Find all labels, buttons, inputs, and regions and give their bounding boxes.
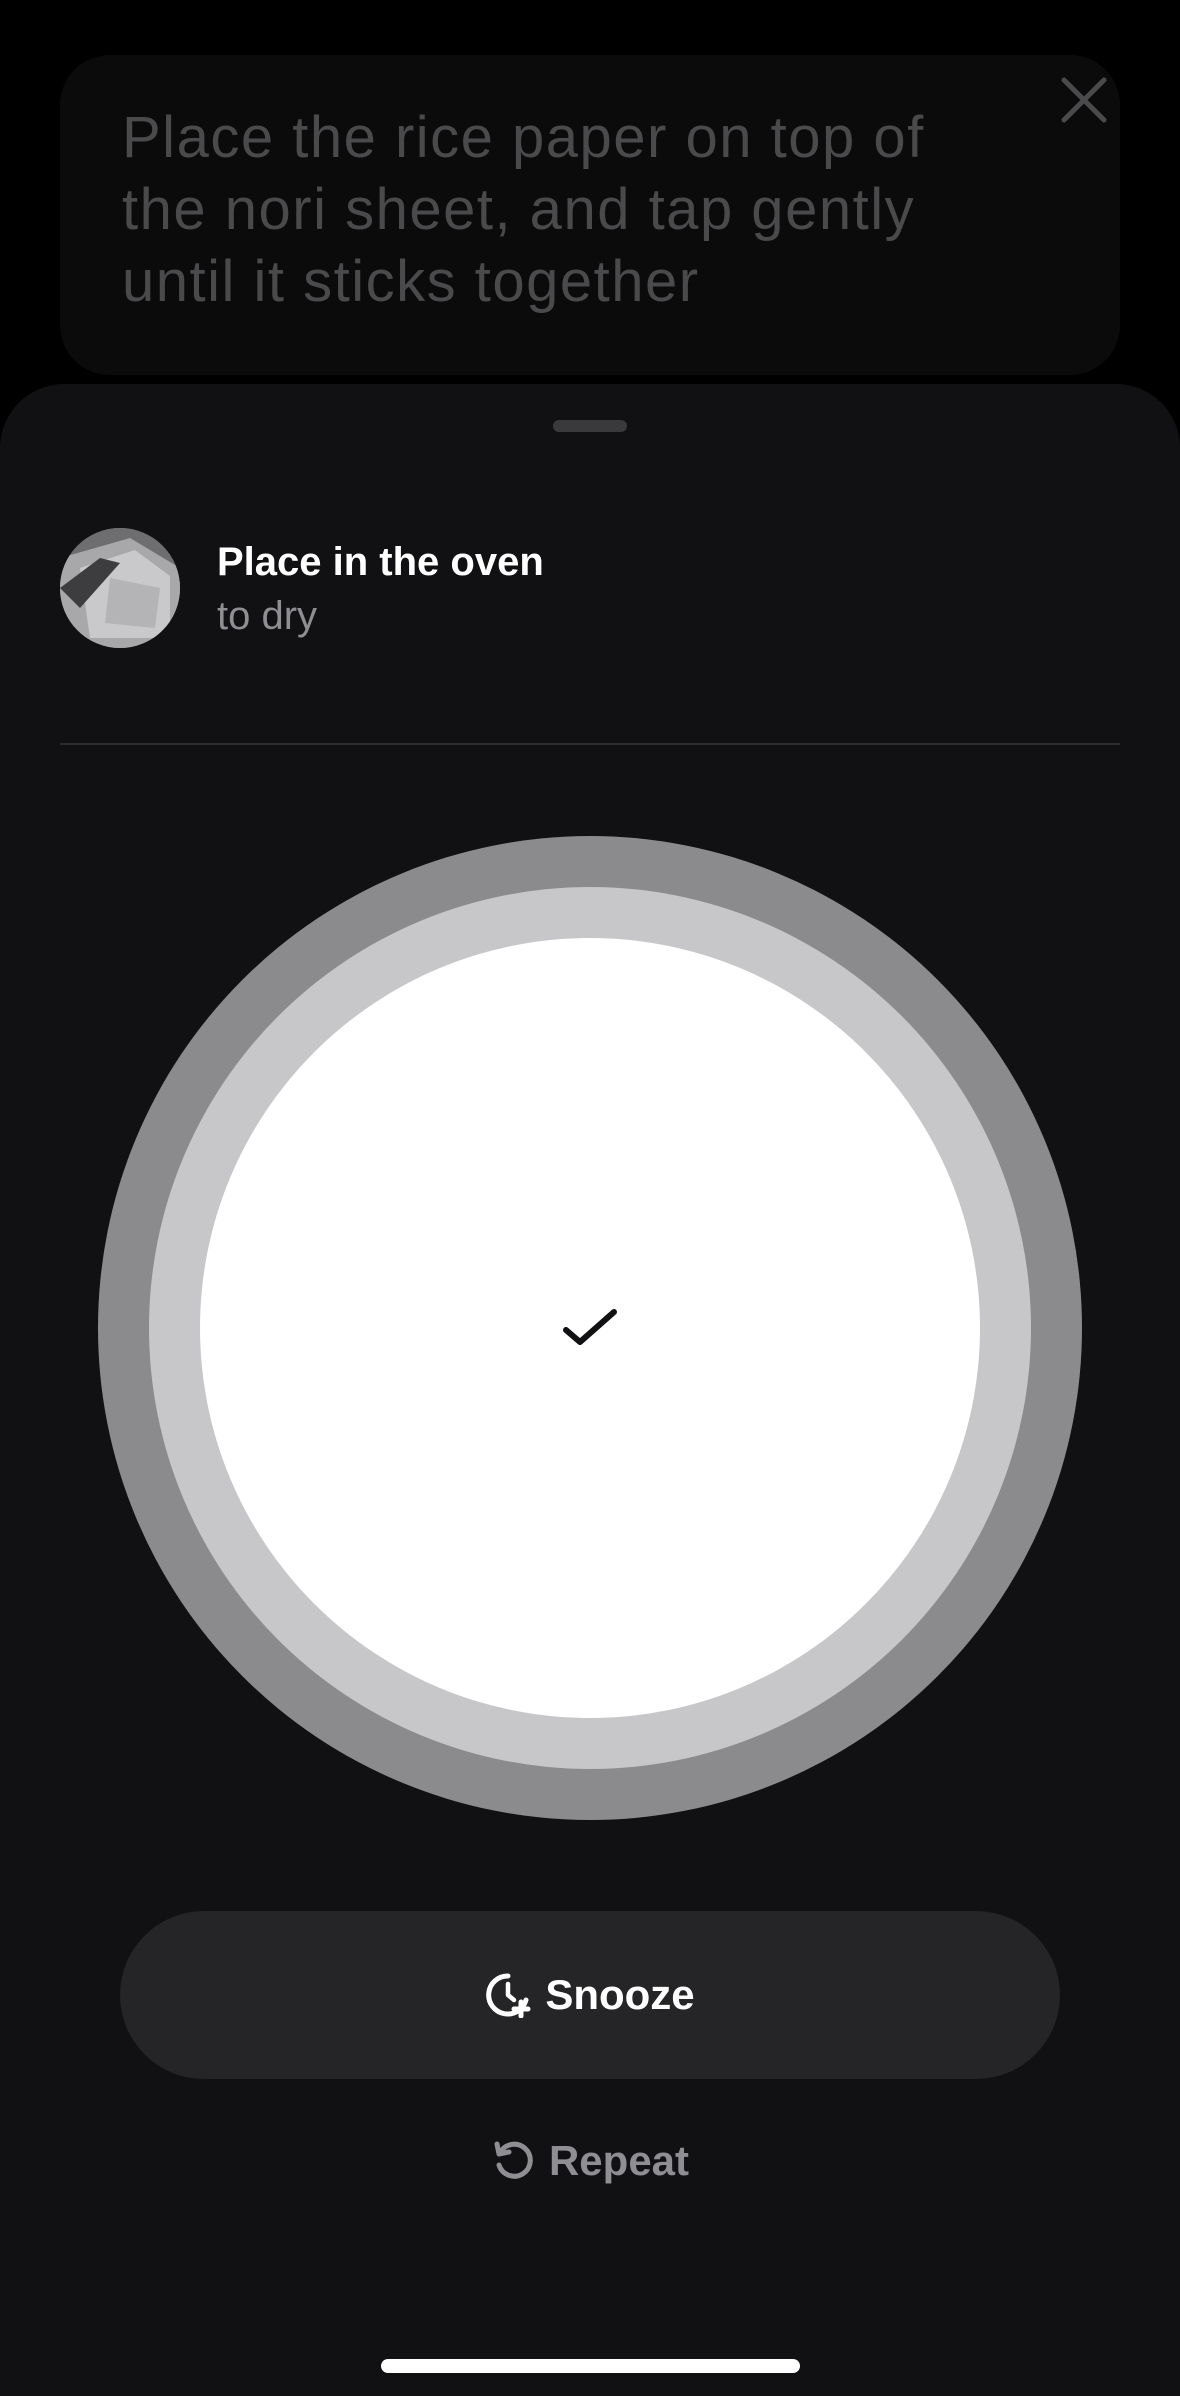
divider bbox=[60, 743, 1120, 745]
task-row: Place in the oven to dry bbox=[60, 528, 1120, 652]
home-indicator[interactable] bbox=[381, 2359, 800, 2373]
task-title: Place in the oven bbox=[217, 540, 544, 584]
complete-control-middle-ring bbox=[149, 887, 1031, 1769]
snooze-content: Snooze bbox=[120, 1911, 1060, 2079]
complete-control-outer-ring bbox=[98, 836, 1082, 1820]
task-thumbnail bbox=[60, 528, 180, 648]
instruction-text: Place the rice paper on top of the nori … bbox=[122, 105, 925, 314]
complete-button[interactable] bbox=[200, 938, 980, 1718]
bottom-sheet: Place in the oven to dry Snooze Repeat bbox=[0, 384, 1180, 2396]
snooze-button[interactable]: Snooze bbox=[120, 1911, 1060, 2079]
oven-tray-image bbox=[60, 528, 180, 648]
checkmark-icon bbox=[563, 1309, 617, 1345]
repeat-label: Repeat bbox=[548, 2137, 690, 2184]
close-button[interactable] bbox=[1056, 72, 1112, 128]
clock-plus-icon bbox=[486, 1973, 531, 2018]
screen: Place the rice paper on top of the nori … bbox=[0, 0, 1180, 2396]
repeat-icon bbox=[494, 2141, 533, 2179]
snooze-label: Snooze bbox=[545, 1971, 695, 2018]
repeat-button[interactable]: Repeat bbox=[440, 2106, 740, 2216]
close-icon bbox=[1061, 77, 1107, 123]
task-subtitle: to dry bbox=[217, 594, 318, 638]
sheet-grabber[interactable] bbox=[553, 420, 627, 432]
